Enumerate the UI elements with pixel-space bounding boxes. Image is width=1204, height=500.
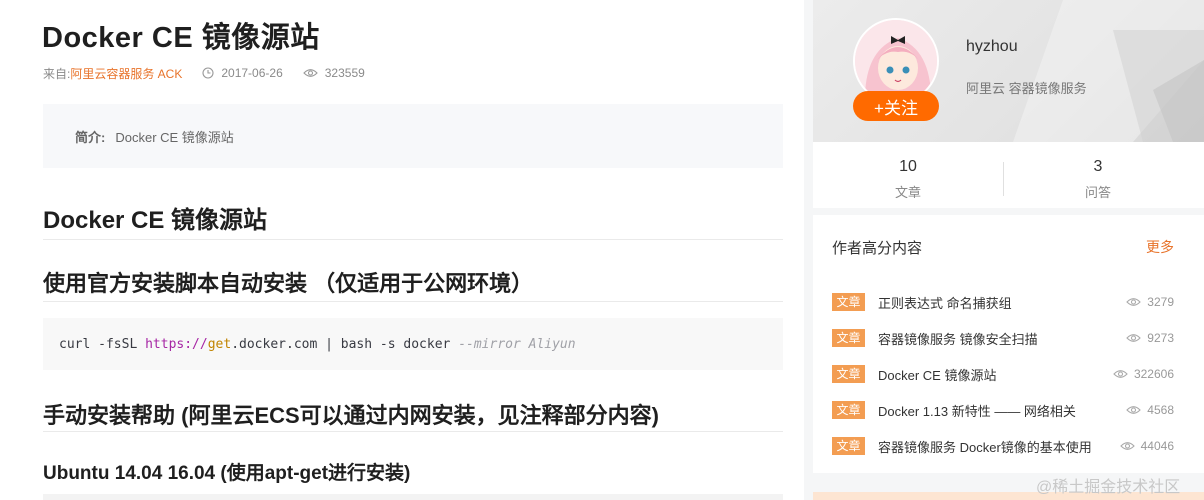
summary-text: Docker CE 镜像源站 bbox=[115, 129, 234, 145]
author-stats: 10 文章 3 问答 bbox=[813, 142, 1204, 208]
summary-box: 简介: Docker CE 镜像源站 bbox=[43, 104, 783, 168]
install-heading: 使用官方安装脚本自动安装 （仅适用于公网环境） bbox=[43, 271, 534, 296]
item-title[interactable]: Docker 1.13 新特性 —— 网络相关 bbox=[878, 401, 1126, 420]
list-item[interactable]: 文章 容器镜像服务 镜像安全扫描 9273 bbox=[832, 320, 1174, 356]
item-views: 9273 bbox=[1126, 331, 1174, 345]
article-main: Docker CE 镜像源站 来自: 阿里云容器服务 ACK 2017-06-2… bbox=[0, 0, 804, 500]
list-item[interactable]: 文章 Docker 1.13 新特性 —— 网络相关 4568 bbox=[832, 392, 1174, 428]
eye-icon bbox=[1126, 334, 1142, 342]
item-views: 322606 bbox=[1113, 367, 1174, 381]
follow-button[interactable]: +关注 bbox=[853, 91, 939, 121]
hot-title: 作者高分内容 bbox=[832, 240, 923, 257]
code-comment: --mirror Aliyun bbox=[458, 336, 576, 352]
divider bbox=[43, 301, 783, 302]
stat-articles-label: 文章 bbox=[894, 185, 921, 200]
code-url-prefix: https:// bbox=[145, 336, 208, 352]
view-count: 323559 bbox=[324, 66, 365, 80]
item-view-count: 44046 bbox=[1140, 439, 1174, 453]
stat-articles-num: 10 bbox=[899, 158, 917, 175]
code-url-keyword: get bbox=[207, 336, 232, 352]
article-tag: 文章 bbox=[832, 437, 865, 455]
item-view-count: 9273 bbox=[1147, 331, 1174, 345]
article-meta: 来自: 阿里云容器服务 ACK 2017-06-26 323559 bbox=[43, 65, 365, 81]
item-view-count: 322606 bbox=[1133, 367, 1174, 381]
item-title[interactable]: Docker CE 镜像源站 bbox=[878, 365, 1113, 384]
item-title[interactable]: 容器镜像服务 镜像安全扫描 bbox=[878, 329, 1126, 348]
manual-heading: 手动安装帮助 (阿里云ECS可以通过内网安装，见注释部分内容) bbox=[43, 403, 660, 428]
stat-questions-num: 3 bbox=[1093, 158, 1103, 175]
source-prefix: 来自: bbox=[43, 66, 71, 81]
summary-label: 简介: bbox=[75, 129, 106, 145]
list-item[interactable]: 文章 正则表达式 命名捕获组 3279 bbox=[832, 284, 1174, 320]
list-item[interactable]: 文章 Docker CE 镜像源站 322606 bbox=[832, 356, 1174, 392]
item-title[interactable]: 容器镜像服务 Docker镜像的基本使用 bbox=[878, 437, 1120, 456]
code-block: curl -fsSL https://get .docker.com | bash… bbox=[43, 318, 783, 370]
username[interactable]: hyzhou bbox=[966, 38, 1018, 56]
divider bbox=[43, 239, 783, 240]
author-card: +关注 hyzhou 阿里云 容器镜像服务 10 文章 3 问答 bbox=[813, 0, 1204, 208]
clock-icon bbox=[202, 67, 214, 79]
item-view-count: 4568 bbox=[1147, 403, 1174, 417]
ubuntu-heading: Ubuntu 14.04 16.04 (使用apt-get进行安装) bbox=[43, 463, 411, 484]
divider bbox=[1003, 162, 1004, 196]
item-views: 4568 bbox=[1126, 403, 1174, 417]
stat-articles[interactable]: 10 文章 bbox=[813, 142, 1003, 208]
divider bbox=[43, 431, 783, 432]
item-views: 44046 bbox=[1119, 439, 1174, 453]
source-link[interactable]: 阿里云容器服务 ACK bbox=[70, 65, 182, 82]
watermark: @稀土掘金技术社区 bbox=[1036, 479, 1181, 496]
user-description: 阿里云 容器镜像服务 bbox=[966, 81, 1087, 96]
more-link[interactable]: 更多 bbox=[1146, 237, 1174, 258]
stat-questions[interactable]: 3 问答 bbox=[1003, 142, 1193, 208]
eye-icon bbox=[1126, 406, 1142, 414]
article-tag: 文章 bbox=[832, 365, 865, 383]
hot-header: 作者高分内容 更多 bbox=[832, 237, 1174, 258]
eye-icon bbox=[1126, 298, 1142, 306]
eye-icon bbox=[1113, 370, 1128, 378]
item-views: 3279 bbox=[1126, 295, 1174, 309]
article-tag: 文章 bbox=[832, 329, 865, 347]
list-item[interactable]: 文章 容器镜像服务 Docker镜像的基本使用 44046 bbox=[832, 428, 1174, 464]
publish-date: 2017-06-26 bbox=[221, 66, 283, 80]
code-block-top bbox=[43, 494, 783, 500]
code-cmd: curl -fsSL bbox=[59, 336, 146, 352]
hot-list: 文章 正则表达式 命名捕获组 3279 文章 容器镜像服务 镜像安全扫描 927… bbox=[832, 284, 1174, 464]
article-tag: 文章 bbox=[832, 401, 865, 419]
section-heading: Docker CE 镜像源站 bbox=[43, 207, 268, 234]
stat-questions-label: 问答 bbox=[1084, 185, 1111, 200]
eye-icon bbox=[302, 68, 318, 78]
author-top-content: 作者高分内容 更多 文章 正则表达式 命名捕获组 3279 文章 容器镜像服务 … bbox=[813, 215, 1204, 473]
item-title[interactable]: 正则表达式 命名捕获组 bbox=[878, 293, 1126, 312]
eye-icon bbox=[1119, 442, 1135, 450]
article-title: Docker CE 镜像源站 bbox=[42, 22, 320, 54]
item-view-count: 3279 bbox=[1147, 295, 1174, 309]
code-url-rest: .docker.com | bash -s docker bbox=[231, 336, 459, 352]
article-tag: 文章 bbox=[832, 293, 865, 311]
